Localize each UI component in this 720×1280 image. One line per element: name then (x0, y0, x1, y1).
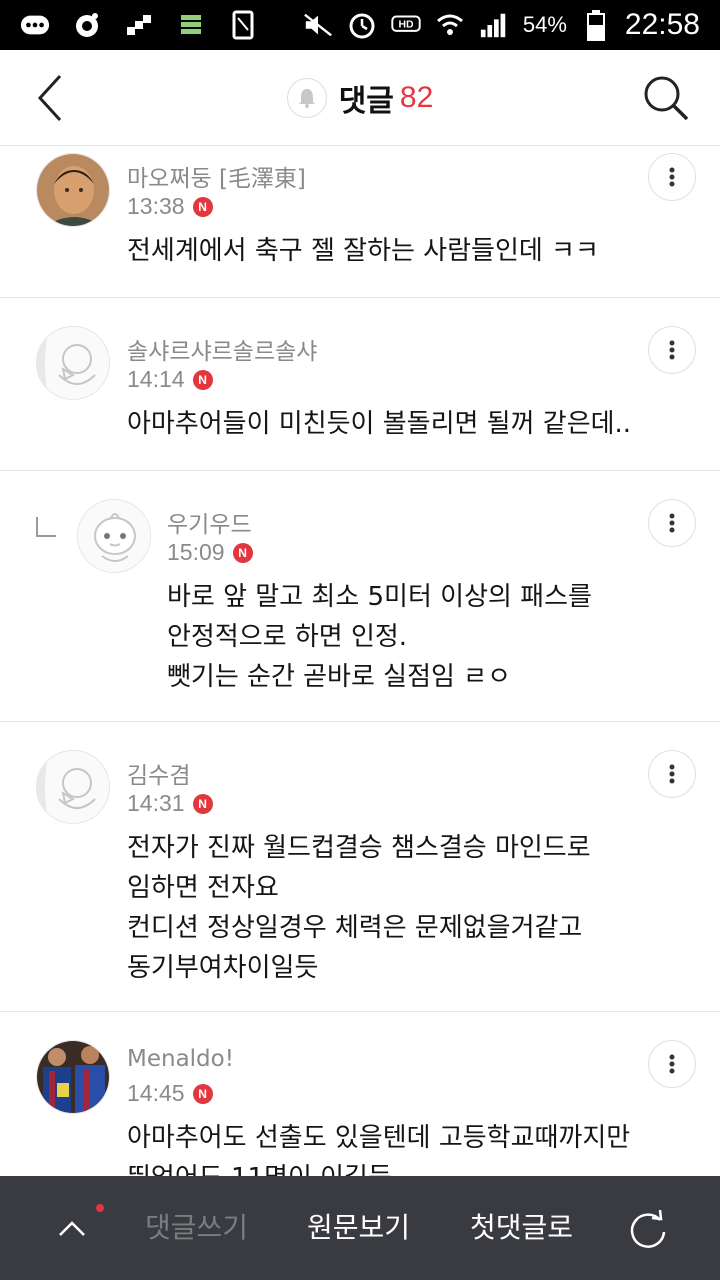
avatar[interactable] (77, 499, 151, 573)
mute-icon (303, 12, 333, 38)
clock: 22:58 (624, 8, 700, 41)
refresh-icon (630, 1209, 666, 1248)
header-title: 댓글 82 (0, 76, 720, 120)
refresh-button[interactable] (624, 1206, 672, 1254)
chat-icon (20, 12, 50, 38)
comment-item: 솔샤르샤르솔르솔샤 14:14 N 아마추어들이 미친듯이 볼돌리면 될꺼 같은… (0, 298, 720, 471)
comment-line: 뛰었어도 11명이 이길듯 (127, 1158, 630, 1176)
page-title: 댓글 (338, 84, 394, 119)
signal-blocks-icon (124, 12, 154, 38)
comment-line: 아마추어도 선출도 있을텐데 고등학교때까지만 (127, 1123, 631, 1153)
first-comment-button[interactable]: 첫댓글로 (470, 1206, 573, 1246)
comment-time: 14:14 N (127, 366, 213, 393)
comment-line: 뺏기는 순간 곧바로 실점임 ㄹㅇ (167, 662, 512, 692)
write-comment-button[interactable]: 댓글쓰기 (145, 1206, 248, 1246)
bottom-toolbar: 댓글쓰기 원문보기 첫댓글로 (0, 1176, 720, 1280)
new-badge: N (192, 369, 213, 390)
svg-text:HD: HD (398, 20, 414, 31)
settings-icon (72, 12, 102, 38)
view-original-button[interactable]: 원문보기 (307, 1206, 410, 1246)
photo-avatar-image (37, 1041, 109, 1113)
alarm-icon (347, 12, 377, 39)
more-options-button[interactable] (648, 750, 696, 798)
comment-time-text: 15:09 (167, 539, 225, 565)
more-options-button[interactable] (648, 1040, 696, 1088)
comment-item: Menaldo! 14:45 N 아마추어도 선출도 있을텐데 고등학교때까지만… (0, 1012, 720, 1176)
comment-item: 마오쩌둥 [毛澤東] 13:38 N 전세계에서 축구 젤 잘하는 사람들인데 … (0, 147, 720, 298)
comment-line: 안정적으로 하면 인정. (167, 622, 408, 652)
character-avatar-image (78, 500, 150, 572)
new-badge: N (192, 793, 213, 814)
new-badge: N (192, 1083, 213, 1104)
comment-author[interactable]: Menaldo! (127, 1046, 234, 1072)
comment-body: 바로 앞 말고 최소 5미터 이상의 패스를 안정적으로 하면 인정. 뺏기는 … (167, 577, 592, 697)
comment-time-text: 14:31 (127, 790, 185, 816)
hd-icon: HD (391, 12, 421, 38)
scroll-top-button[interactable] (44, 1200, 100, 1256)
chevron-up-icon (59, 1221, 85, 1236)
search-icon (644, 76, 689, 121)
comment-author[interactable]: 솔샤르샤르솔르솔샤 (127, 332, 317, 366)
reply-indicator-icon (36, 517, 56, 537)
portrait-avatar-image (37, 154, 109, 226)
comment-item: 김수겸 14:31 N 전자가 진짜 월드컵결승 챔스결승 마인드로 임하면 전… (0, 722, 720, 1012)
avatar[interactable] (36, 153, 110, 227)
new-badge: N (232, 542, 253, 563)
comment-author[interactable]: 우기우드 (167, 505, 252, 539)
status-bar: HD 54% 22:58 (0, 0, 720, 50)
battery-icon (581, 10, 611, 41)
comment-time: 14:31 N (127, 790, 213, 817)
default-avatar-image (37, 751, 109, 823)
search-button[interactable] (638, 70, 694, 126)
comment-time: 13:38 N (127, 193, 213, 220)
more-vertical-icon (669, 340, 675, 360)
comment-time-text: 13:38 (127, 193, 185, 219)
comment-time-text: 14:45 (127, 1080, 185, 1106)
avatar[interactable] (36, 750, 110, 824)
comment-line: 바로 앞 말고 최소 5미터 이상의 패스를 (167, 582, 592, 612)
avatar[interactable] (36, 326, 110, 400)
comment-line: 전세계에서 축구 젤 잘하는 사람들인데 ㅋㅋ (127, 236, 599, 266)
tablet-icon (228, 10, 258, 40)
app-header: 댓글 82 (0, 50, 720, 146)
notification-bell-button[interactable] (286, 78, 327, 118)
more-options-button[interactable] (648, 153, 696, 201)
comment-line: 임하면 전자요 (127, 873, 279, 903)
avatar[interactable] (36, 1040, 110, 1114)
comment-body: 아마추어들이 미친듯이 볼돌리면 될꺼 같은데.. (127, 404, 631, 444)
more-options-button[interactable] (648, 326, 696, 374)
comment-time: 15:09 N (167, 539, 253, 566)
reply-comment-item: 우기우드 15:09 N 바로 앞 말고 최소 5미터 이상의 패스를 안정적으… (0, 471, 720, 722)
more-vertical-icon (669, 167, 675, 187)
comment-author[interactable]: 마오쩌둥 [毛澤東] (127, 159, 306, 193)
more-vertical-icon (669, 1054, 675, 1074)
more-vertical-icon (669, 513, 675, 533)
more-vertical-icon (669, 764, 675, 784)
battery-percent: 54% (522, 12, 567, 37)
more-options-button[interactable] (648, 499, 696, 547)
comment-body: 전세계에서 축구 젤 잘하는 사람들인데 ㅋㅋ (127, 231, 599, 271)
comment-count: 82 (399, 81, 434, 114)
wifi-icon (435, 12, 465, 38)
comment-line: 동기부여차이일듯 (127, 953, 319, 983)
comment-line: 아마추어들이 미친듯이 볼돌리면 될꺼 같은데.. (127, 409, 632, 439)
stack-icon (176, 12, 206, 38)
comment-body: 전자가 진짜 월드컵결승 챔스결승 마인드로 임하면 전자요 컨디션 정상일경우… (127, 828, 591, 988)
comment-time: 14:45 N (127, 1080, 213, 1107)
comment-author[interactable]: 김수겸 (127, 756, 190, 790)
comment-body: 아마추어도 선출도 있을텐데 고등학교때까지만 뛰었어도 11명이 이길듯 (127, 1118, 630, 1176)
comment-time-text: 14:14 (127, 366, 185, 392)
new-badge: N (192, 196, 213, 217)
bell-icon (298, 89, 315, 108)
comment-line: 전자가 진짜 월드컵결승 챔스결승 마인드로 (127, 833, 591, 863)
default-avatar-image (37, 327, 109, 399)
notification-dot (96, 1204, 104, 1212)
comment-list[interactable]: 마오쩌둥 [毛澤東] 13:38 N 전세계에서 축구 젤 잘하는 사람들인데 … (0, 147, 720, 1176)
comment-line: 컨디션 정상일경우 체력은 문제없을거같고 (127, 913, 583, 943)
signal-icon (479, 12, 509, 38)
